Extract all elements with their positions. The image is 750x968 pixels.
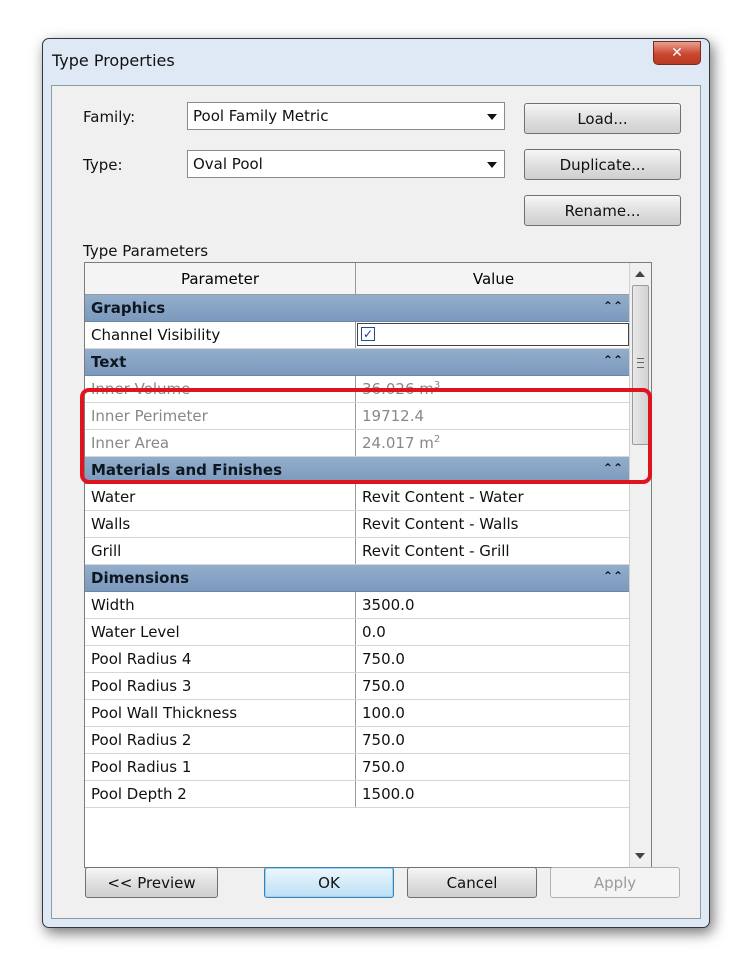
title-bar: Type Properties ✕ [43,39,709,85]
value-cell[interactable]: ✓ [357,323,629,346]
param-value[interactable]: 0.0 [362,623,386,641]
column-divider [355,484,356,510]
type-parameters-label: Type Parameters [83,242,209,260]
type-dropdown-value: Oval Pool [193,155,263,173]
cancel-button[interactable]: Cancel [407,867,537,898]
param-row-pool-radius-2[interactable]: Pool Radius 2 750.0 [85,727,631,754]
param-value[interactable]: Revit Content - Walls [362,515,519,533]
collapse-icon[interactable]: ⌃⌃ [603,299,623,313]
param-row-water-level[interactable]: Water Level 0.0 [85,619,631,646]
preview-button[interactable]: << Preview [85,867,218,898]
param-value[interactable]: 750.0 [362,677,405,695]
highlight-annotation [80,388,652,484]
column-divider [355,727,356,753]
param-row-channel-visibility[interactable]: Channel Visibility ✓ [85,322,631,349]
param-name: Pool Depth 2 [91,785,187,803]
param-row-grill[interactable]: Grill Revit Content - Grill [85,538,631,565]
family-dropdown-value: Pool Family Metric [193,107,329,125]
column-divider [355,646,356,672]
param-name: Grill [91,542,122,560]
group-dimensions[interactable]: Dimensions ⌃⌃ [85,565,631,592]
param-row-water[interactable]: Water Revit Content - Water [85,484,631,511]
group-title: Graphics [91,299,166,317]
param-row-pool-radius-3[interactable]: Pool Radius 3 750.0 [85,673,631,700]
param-value[interactable]: Revit Content - Grill [362,542,510,560]
close-icon: ✕ [671,45,683,61]
group-graphics[interactable]: Graphics ⌃⌃ [85,295,631,322]
param-row-pool-wall-thickness[interactable]: Pool Wall Thickness 100.0 [85,700,631,727]
column-divider [355,538,356,564]
column-divider [355,592,356,618]
column-header-value[interactable]: Value [356,263,631,294]
column-divider [355,322,356,348]
param-name: Pool Radius 2 [91,731,192,749]
column-divider [355,673,356,699]
channel-visibility-checkbox[interactable]: ✓ [361,327,375,341]
param-name: Width [91,596,135,614]
column-divider [355,754,356,780]
param-value[interactable]: 3500.0 [362,596,415,614]
rename-button[interactable]: Rename... [524,195,681,226]
param-name: Channel Visibility [91,326,221,344]
scroll-up-icon[interactable] [635,271,645,277]
param-value[interactable]: 750.0 [362,758,405,776]
collapse-icon[interactable]: ⌃⌃ [603,353,623,367]
column-divider [355,700,356,726]
grip-icon [637,358,644,368]
param-value[interactable]: Revit Content - Water [362,488,524,506]
close-button[interactable]: ✕ [653,41,701,65]
param-row-pool-radius-4[interactable]: Pool Radius 4 750.0 [85,646,631,673]
param-value[interactable]: 750.0 [362,650,405,668]
param-row-pool-depth-2[interactable]: Pool Depth 2 1500.0 [85,781,631,808]
type-parameters-grid: Parameter Value Graphics ⌃⌃ Channel Visi… [84,262,652,868]
family-dropdown[interactable]: Pool Family Metric [187,102,505,130]
duplicate-button[interactable]: Duplicate... [524,149,681,180]
apply-button[interactable]: Apply [550,867,680,898]
param-row-walls[interactable]: Walls Revit Content - Walls [85,511,631,538]
param-name: Water [91,488,136,506]
group-title: Dimensions [91,569,190,587]
column-divider [355,619,356,645]
grid-rows: Graphics ⌃⌃ Channel Visibility ✓ Text ⌃⌃… [85,295,631,808]
param-name: Walls [91,515,131,533]
column-divider [355,781,356,807]
param-name: Pool Wall Thickness [91,704,238,722]
dialog-title: Type Properties [52,51,175,70]
param-row-pool-radius-1[interactable]: Pool Radius 1 750.0 [85,754,631,781]
group-title: Text [91,353,127,371]
group-text[interactable]: Text ⌃⌃ [85,349,631,376]
param-value[interactable]: 750.0 [362,731,405,749]
chevron-down-icon [487,162,497,168]
column-header-parameter[interactable]: Parameter [85,263,356,294]
grid-header: Parameter Value [85,263,631,295]
dialog-body: Family: Pool Family Metric Load... Type:… [51,85,701,919]
scroll-down-icon[interactable] [635,853,645,859]
type-label: Type: [83,156,123,174]
ok-button[interactable]: OK [264,867,394,898]
param-value[interactable]: 1500.0 [362,785,415,803]
vertical-scrollbar[interactable] [629,263,651,867]
param-name: Pool Radius 4 [91,650,192,668]
param-name: Pool Radius 3 [91,677,192,695]
family-label: Family: [83,108,136,126]
type-dropdown[interactable]: Oval Pool [187,150,505,178]
column-divider [355,511,356,537]
param-row-width[interactable]: Width 3500.0 [85,592,631,619]
param-name: Water Level [91,623,180,641]
load-button[interactable]: Load... [524,103,681,134]
param-name: Pool Radius 1 [91,758,192,776]
collapse-icon[interactable]: ⌃⌃ [603,569,623,583]
param-value[interactable]: 100.0 [362,704,405,722]
chevron-down-icon [487,114,497,120]
